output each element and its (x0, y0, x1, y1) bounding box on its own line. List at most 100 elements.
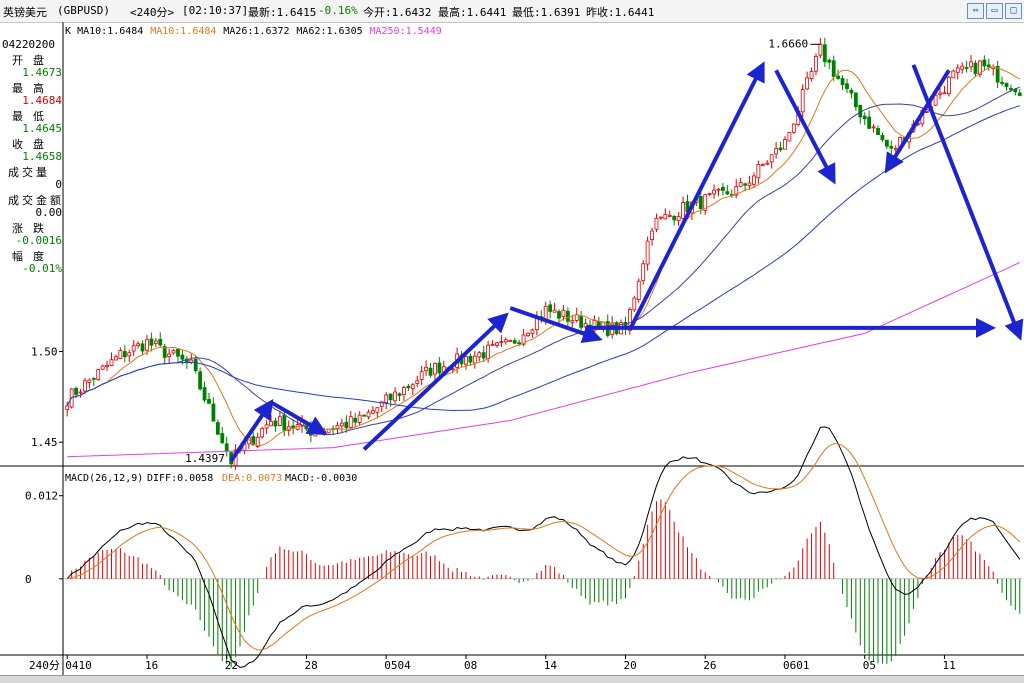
diff-label: DIFF:0.0058 (147, 473, 213, 484)
dea-label: DEA:0.0073 (222, 473, 282, 484)
candle-body (211, 403, 216, 422)
x-tick-label: 0601 (783, 659, 810, 672)
period-label: <240分> (130, 6, 175, 19)
candle-body (96, 369, 101, 380)
candle-body (663, 214, 668, 220)
candle-body (464, 356, 468, 365)
candle-body (313, 432, 318, 437)
candle-body (406, 385, 411, 389)
candle-body (517, 342, 522, 345)
candle-body (827, 59, 832, 63)
candle-body (486, 344, 491, 360)
candle-body (83, 380, 87, 392)
latest-price: 最新:1.6415 (248, 6, 317, 19)
bar-info-value: 1.4673 (22, 66, 62, 79)
candle-body (193, 358, 198, 372)
bar-info-label: 最高 (12, 82, 54, 95)
candle-body (477, 352, 482, 358)
bar-info-value: 0 (55, 178, 62, 191)
legend-item: MA26:1.6372 (223, 26, 289, 37)
candle-body (822, 44, 827, 63)
candle-body (153, 340, 158, 344)
candle-body (224, 443, 229, 452)
restore-icon[interactable]: ▭ (986, 3, 1003, 19)
x-tick-label: 08 (464, 659, 477, 672)
y-tick-label: 1.45 (31, 436, 58, 449)
candle-body (676, 216, 681, 222)
price-annotation: 1.6660 (768, 37, 808, 50)
candle-body (277, 416, 282, 426)
candle-body (127, 352, 132, 357)
candle-body (530, 329, 535, 334)
bar-info-value: -0.0016 (15, 234, 62, 247)
candle-body (508, 340, 513, 342)
candle-body (964, 67, 969, 69)
candle-body (202, 387, 207, 401)
candle-body (264, 424, 269, 429)
bar-info-value: 1.4684 (22, 94, 62, 107)
macd-bars-group (71, 499, 1021, 668)
y-tick-label: 1.50 (31, 346, 58, 359)
candle-body (273, 420, 278, 427)
candle-body (122, 351, 127, 358)
candle-body (136, 343, 141, 346)
candle-body (871, 126, 876, 129)
legend-item: MA10:1.6484 (77, 26, 143, 37)
candle-body (565, 310, 570, 322)
candle-body (561, 309, 566, 318)
candle-body (388, 393, 393, 401)
candle-body (814, 56, 818, 72)
candle-body (340, 422, 344, 427)
candle-body (87, 379, 92, 383)
candle-body (986, 64, 991, 68)
candle-body (712, 189, 716, 195)
legend-item: MA250:1.5449 (370, 26, 442, 37)
trend-arrow (362, 312, 509, 451)
candle-body (419, 371, 424, 380)
bar-info-label: 成交金额 (8, 194, 64, 207)
candle-body (171, 350, 176, 354)
x-tick-label: 28 (304, 659, 317, 672)
candle-body (357, 414, 362, 423)
candle-body (366, 411, 371, 418)
candle-body (140, 343, 145, 352)
candle-body (468, 355, 473, 363)
candle-body (743, 183, 747, 186)
bar-info-label: 成交量 (8, 166, 50, 179)
candle-body (840, 78, 845, 86)
macd-label: MACD(26,12,9) (65, 473, 143, 484)
candle-body (791, 123, 796, 133)
candle-body (924, 111, 929, 113)
candle-body (853, 92, 858, 108)
candles-group (65, 37, 1022, 470)
candle-body (893, 148, 898, 151)
candle-body (362, 414, 366, 417)
instrument-code: (GBPUSD) (57, 4, 110, 17)
candle-body (831, 60, 836, 78)
candle-body (215, 422, 220, 435)
candle-body (698, 196, 703, 209)
candle-body (960, 65, 965, 70)
candle-body (74, 387, 78, 395)
x-tick-label: 14 (544, 659, 558, 672)
macd-tick-label: 0 (25, 573, 32, 586)
trend-arrows-group (229, 61, 1024, 463)
ma10-line (66, 66, 1021, 447)
candle-body (499, 341, 504, 343)
x-tick-label: 0504 (384, 659, 411, 672)
today-low: 最低:1.6391 (512, 6, 581, 19)
bar-info-value: 1.4658 (22, 150, 62, 163)
x-tick-label: 26 (703, 659, 716, 672)
maximize-icon[interactable]: □ (1005, 3, 1022, 19)
x-tick-label: 16 (145, 659, 158, 672)
candle-body (472, 355, 477, 364)
expand-icon[interactable]: ⇔ (967, 3, 984, 19)
candle-body (650, 230, 654, 240)
x-unit-label: 240分 (29, 659, 60, 672)
bar-info-label: 幅度 (12, 250, 54, 263)
legend-item: MA10:1.6484 (150, 26, 216, 37)
chart-area[interactable]: K MA10:1.6484 MA10:1.6484 MA26:1.6372 MA62:1… (0, 22, 1024, 675)
candle-body (862, 115, 867, 120)
candle-body (787, 132, 792, 142)
candle-body (876, 127, 880, 136)
